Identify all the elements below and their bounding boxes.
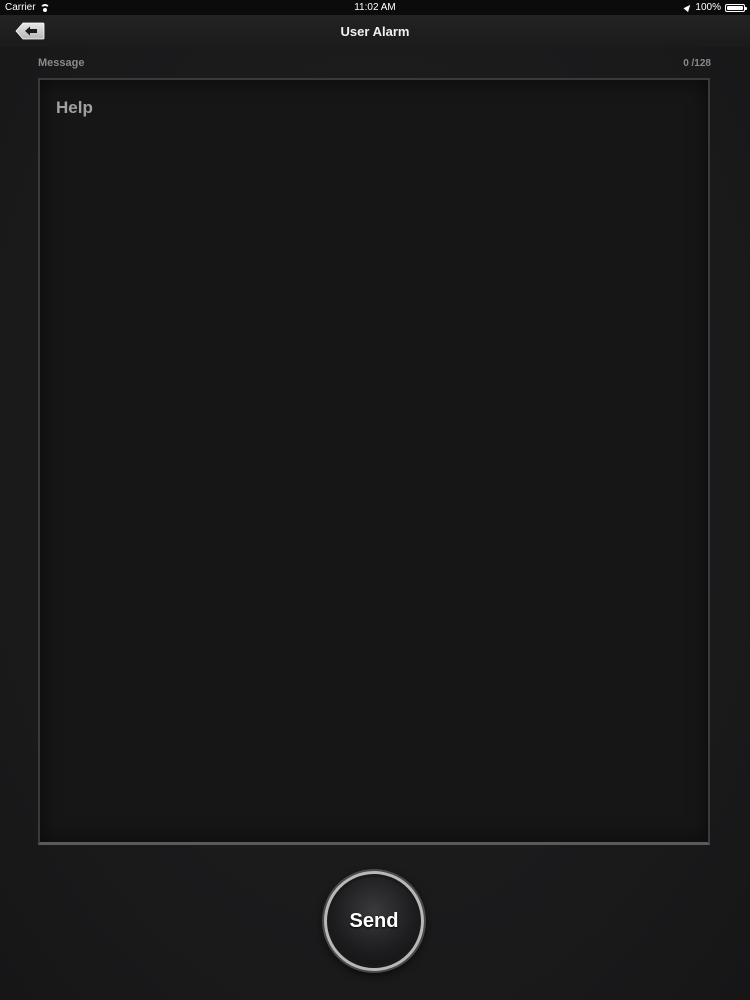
page-title: User Alarm (340, 24, 410, 39)
user-alarm-screen: Carrier 11:02 AM 100% User Alarm Message… (0, 0, 750, 1000)
send-button[interactable]: Send (324, 871, 424, 971)
character-counter: 0 /128 (683, 58, 711, 69)
message-input[interactable]: Help (38, 78, 710, 845)
message-text: Help (56, 98, 93, 117)
status-bar: Carrier 11:02 AM 100% (0, 0, 750, 15)
battery-icon (725, 3, 747, 12)
status-time: 11:02 AM (354, 2, 396, 13)
status-right: 100% (683, 2, 747, 13)
send-button-label: Send (349, 909, 399, 932)
location-icon (683, 2, 693, 13)
battery-percent: 100% (695, 2, 721, 13)
navigation-bar: User Alarm (0, 15, 750, 47)
message-label: Message (38, 57, 85, 69)
